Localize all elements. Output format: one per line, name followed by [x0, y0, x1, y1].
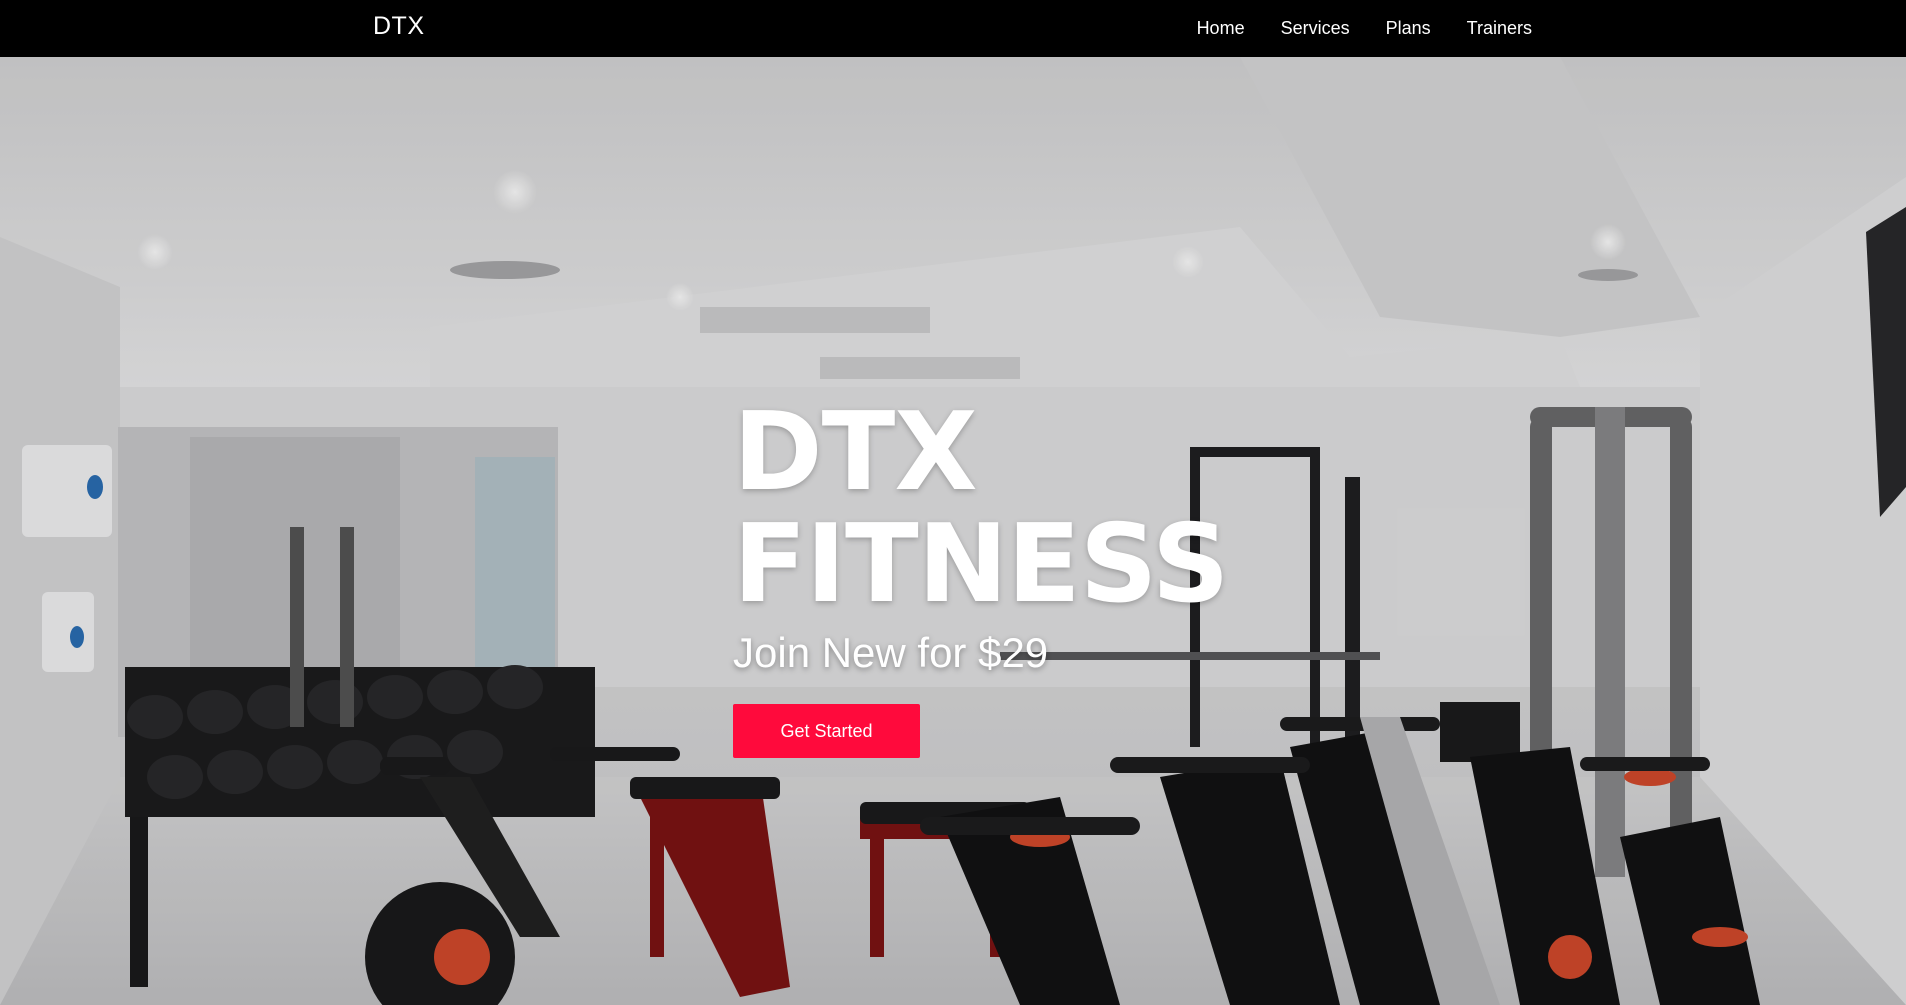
nav-links: Home Services Plans Trainers	[1197, 0, 1532, 57]
navbar: DTX Home Services Plans Trainers	[0, 0, 1906, 57]
nav-link-services[interactable]: Services	[1281, 18, 1350, 39]
hero-title-line-1: DTX	[733, 390, 978, 515]
hero-section: DTX FITNESS Join New for $29 Get Started	[0, 57, 1906, 1005]
page: DTX Home Services Plans Trainers DTX FIT…	[0, 0, 1906, 1005]
hero-title: DTX FITNESS	[733, 390, 1230, 627]
nav-link-trainers[interactable]: Trainers	[1467, 18, 1532, 39]
hero-title-line-2: FITNESS	[733, 502, 1230, 627]
hero-content: DTX FITNESS Join New for $29 Get Started	[733, 390, 1230, 758]
hero-subtitle: Join New for $29	[733, 629, 1049, 676]
nav-link-plans[interactable]: Plans	[1386, 18, 1431, 39]
nav-link-home[interactable]: Home	[1197, 18, 1245, 39]
brand-logo[interactable]: DTX	[373, 12, 425, 41]
get-started-button[interactable]: Get Started	[733, 704, 920, 758]
